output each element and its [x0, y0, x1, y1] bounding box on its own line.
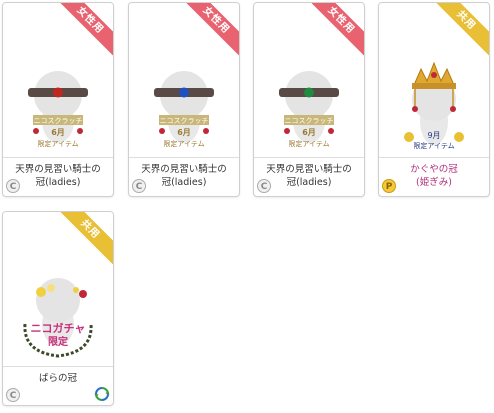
- thumb-text-2: 限定: [48, 335, 68, 348]
- item-name: 天界の見習い騎士の 冠(ladies): [141, 164, 227, 188]
- thumb-text-1: ニコスクラッチ: [34, 117, 83, 125]
- recycle-icon[interactable]: [94, 386, 110, 402]
- item-name: 天界の見習い騎士の 冠(ladies): [15, 164, 101, 188]
- ladies-ribbon: 女性用: [185, 3, 239, 57]
- c-coin-icon: C: [257, 179, 271, 193]
- c-coin-icon: C: [6, 179, 20, 193]
- item-card-4[interactable]: 9月 限定アイテム 共用 かぐやの冠 (姫ぎみ) P: [378, 2, 490, 197]
- ladies-ribbon: 女性用: [59, 3, 113, 57]
- thumb-text-3: 限定アイテム: [37, 139, 78, 148]
- shared-ribbon: 共用: [59, 212, 113, 266]
- item-card-2[interactable]: ニコスクラッチ 6月 限定アイテム 女性用 天界の見習い騎士の 冠(ladies…: [128, 2, 240, 197]
- p-coin-icon: P: [382, 179, 396, 193]
- thumb-text-3: 限定アイテム: [288, 139, 329, 148]
- ribbon-corner: 共用: [59, 212, 113, 266]
- thumb-text-1: ニコスクラッチ: [285, 117, 334, 125]
- item-card-3[interactable]: ニコスクラッチ 6月 限定アイテム 女性用 天界の見習い騎士の 冠(ladies…: [253, 2, 365, 197]
- ribbon-corner: 女性用: [310, 3, 364, 57]
- item-card-1[interactable]: ニコスクラッチ 6月 限定アイテム 女性用 天界の見習い騎士の 冠(ladies…: [2, 2, 114, 197]
- item-name: かぐやの冠 (姫ぎみ): [410, 164, 458, 188]
- item-name: ばらの冠: [38, 373, 77, 384]
- ribbon-corner: 共用: [435, 3, 489, 57]
- item-name: 天界の見習い騎士の 冠(ladies): [266, 164, 352, 188]
- ladies-ribbon: 女性用: [310, 3, 364, 57]
- c-coin-icon: C: [6, 388, 20, 402]
- ribbon-corner: 女性用: [185, 3, 239, 57]
- thumb-text-2: 6月: [177, 128, 191, 137]
- thumb-text-1: ニコガチャ: [31, 321, 86, 335]
- shared-ribbon: 共用: [435, 3, 489, 57]
- thumb-text-3: 限定アイテム: [163, 139, 204, 148]
- thumb-text-2: 限定アイテム: [413, 141, 454, 150]
- thumb-text-2: 6月: [302, 128, 316, 137]
- thumb-text-2: 6月: [51, 128, 65, 137]
- thumb-text-1: 9月: [427, 131, 440, 140]
- thumb-text-1: ニコスクラッチ: [160, 117, 209, 125]
- c-coin-icon: C: [132, 179, 146, 193]
- item-card-5[interactable]: ニコガチャ 限定 共用 ばらの冠 C: [2, 211, 114, 406]
- ribbon-corner: 女性用: [59, 3, 113, 57]
